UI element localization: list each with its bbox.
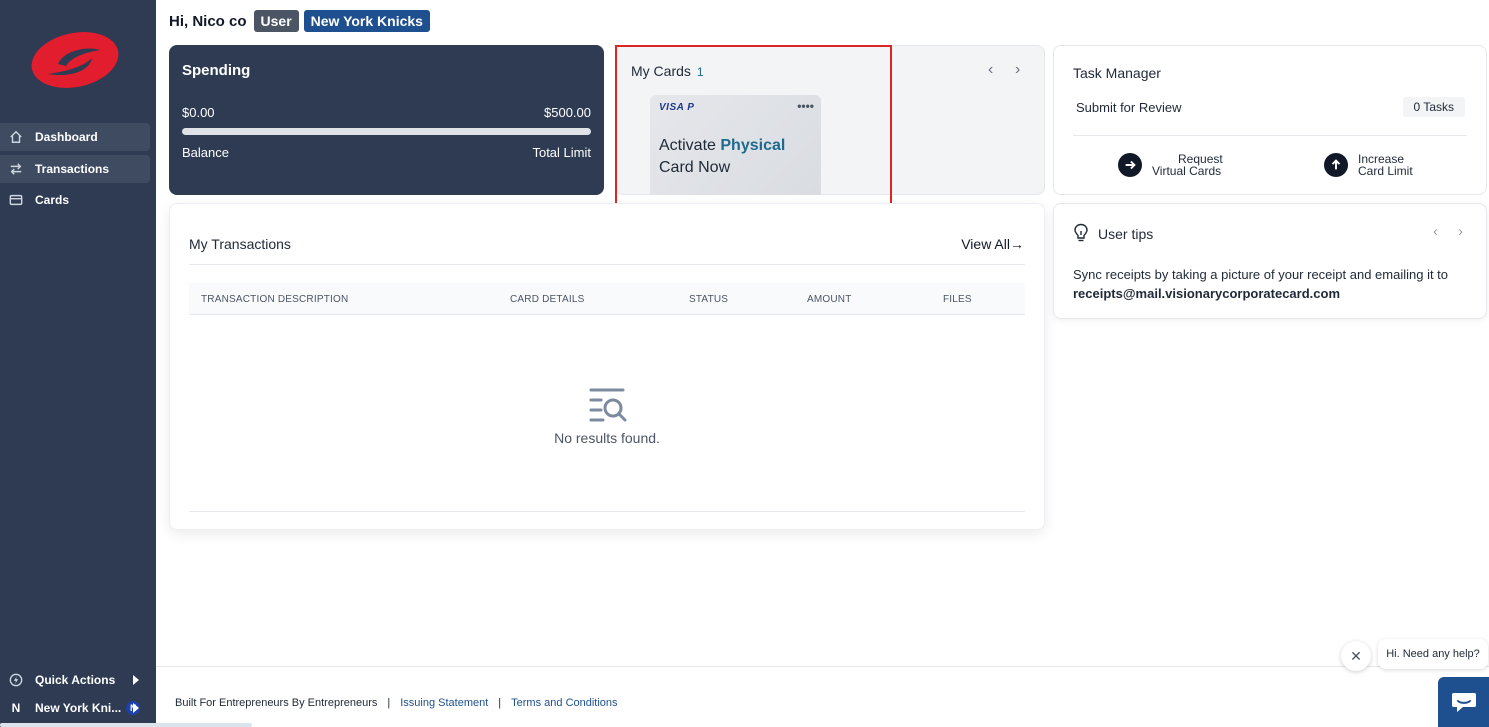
credit-card-icon <box>9 193 23 207</box>
divider <box>189 264 1025 265</box>
card-masked-number: •••• <box>797 99 814 113</box>
chat-launcher-button[interactable] <box>1438 677 1489 727</box>
visa-logo: VISA P <box>659 102 695 113</box>
chevron-right-icon[interactable]: › <box>1458 223 1463 240</box>
user-tips-title: User tips <box>1098 226 1154 242</box>
user-tips-panel: User tips ‹ › Sync receipts by taking a … <box>1053 203 1487 319</box>
action-line2: Card Limit <box>1358 164 1413 178</box>
transactions-panel: My Transactions View All→ TRANSACTION DE… <box>169 203 1045 530</box>
org-label: New York Kni... <box>35 701 122 715</box>
limit-label: Total Limit <box>532 145 591 160</box>
balance-label: Balance <box>182 145 229 160</box>
search-list-icon <box>589 388 627 422</box>
quick-actions-label: Quick Actions <box>35 673 116 687</box>
footer-separator: | <box>387 697 391 709</box>
activate-prefix: Activate <box>659 137 716 154</box>
caret-right-icon <box>133 675 139 685</box>
arrow-up-circle-icon <box>1324 153 1348 177</box>
my-cards-title: My Cards 1 <box>631 63 704 79</box>
divider <box>1073 135 1467 136</box>
spending-title: Spending <box>182 62 251 79</box>
chat-bubble-icon <box>1451 693 1476 712</box>
receipts-email: receipts@mail.visionarycorporatecard.com <box>1073 286 1341 301</box>
team-badge: New York Knicks <box>303 10 430 32</box>
activate-text-line1: Activate Physical <box>659 137 785 155</box>
transactions-title: My Transactions <box>189 236 291 252</box>
activate-card-tile[interactable]: VISA P •••• Activate Physical Card Now <box>650 95 821 195</box>
submit-for-review-label[interactable]: Submit for Review <box>1076 100 1181 115</box>
increase-card-limit-button[interactable]: Increase Card Limit <box>1324 153 1413 177</box>
cards-count: 1 <box>696 65 704 79</box>
increase-card-limit-label: Increase Card Limit <box>1358 153 1413 177</box>
sidebar-item-label: Dashboard <box>35 130 98 144</box>
activate-text-line2: Card Now <box>659 159 731 176</box>
arrow-right-icon: → <box>1010 236 1024 252</box>
request-virtual-cards-button[interactable]: Request Virtual Cards <box>1118 153 1223 177</box>
empty-state-text: No results found. <box>554 430 660 446</box>
sidebar: Dashboard Transactions Cards Quick Actio… <box>0 0 252 727</box>
footer-divider <box>156 666 1489 667</box>
close-icon: ✕ <box>1350 647 1362 664</box>
chevron-left-icon[interactable]: ‹ <box>1433 223 1438 240</box>
terms-link[interactable]: Terms and Conditions <box>511 697 617 709</box>
role-badge: User <box>253 10 299 32</box>
column-header[interactable]: CARD DETAILS <box>510 294 584 305</box>
greeting-text: Hi, Nico co <box>169 12 247 30</box>
view-all-label: View All <box>961 236 1010 252</box>
chat-greeting-bubble[interactable]: Hi. Need any help? <box>1378 639 1488 669</box>
spending-progress-bar <box>182 128 591 135</box>
greeting-header: Hi, Nico co User New York Knicks <box>169 10 435 32</box>
sidebar-item-label: Cards <box>35 193 70 207</box>
balance-value: $0.00 <box>182 105 215 120</box>
chevron-left-icon[interactable]: ‹ <box>988 61 993 79</box>
home-icon <box>9 130 23 144</box>
lightning-circle-icon <box>9 673 23 687</box>
tasks-count-badge[interactable]: 0 Tasks <box>1402 97 1465 117</box>
chat-close-button[interactable]: ✕ <box>1341 641 1371 671</box>
brand-logo-icon[interactable] <box>28 28 122 92</box>
org-initial: N <box>11 701 21 715</box>
sidebar-item-dashboard[interactable]: Dashboard <box>0 123 150 151</box>
divider <box>189 511 1025 512</box>
quick-actions-menu[interactable]: Quick Actions <box>0 667 156 693</box>
column-header[interactable]: TRANSACTION DESCRIPTION <box>201 294 348 305</box>
activate-highlight: Physical <box>720 137 786 154</box>
action-line2: Virtual Cards <box>1152 164 1222 178</box>
limit-value: $500.00 <box>544 105 591 120</box>
sidebar-item-label: Transactions <box>35 162 110 176</box>
transfer-arrows-icon <box>9 162 23 176</box>
footer-separator: | <box>498 697 502 709</box>
my-cards-title-text: My Cards <box>631 63 691 79</box>
column-header[interactable]: AMOUNT <box>807 294 852 305</box>
sidebar-scrollbar[interactable] <box>0 723 252 727</box>
tips-text: Sync receipts by taking a picture of you… <box>1073 267 1449 282</box>
task-manager-title: Task Manager <box>1073 65 1161 81</box>
transactions-table-header: TRANSACTION DESCRIPTION CARD DETAILS STA… <box>189 283 1025 315</box>
footer-tagline: Built For Entrepreneurs By Entrepreneurs <box>175 697 378 709</box>
caret-right-icon <box>133 703 139 713</box>
arrow-right-circle-icon <box>1118 153 1142 177</box>
user-tips-body: Sync receipts by taking a picture of you… <box>1073 265 1448 303</box>
column-header[interactable]: STATUS <box>689 294 728 305</box>
sidebar-item-transactions[interactable]: Transactions <box>0 155 150 183</box>
view-all-link[interactable]: View All→ <box>961 236 1024 252</box>
request-virtual-cards-label: Request Virtual Cards <box>1152 153 1223 177</box>
spending-card: Spending $0.00 $500.00 Balance Total Lim… <box>169 45 604 195</box>
chevron-right-icon[interactable]: › <box>1015 61 1020 79</box>
lightbulb-icon <box>1074 223 1088 242</box>
task-manager-panel: Task Manager Submit for Review 0 Tasks R… <box>1053 45 1487 195</box>
sidebar-item-cards[interactable]: Cards <box>0 186 150 214</box>
column-header[interactable]: FILES <box>943 294 972 305</box>
my-cards-panel: My Cards 1 ‹ › VISA P •••• Activate Physi… <box>615 45 1045 195</box>
organization-switcher[interactable]: N New York Kni... N <box>0 695 156 721</box>
footer: Built For Entrepreneurs By Entrepreneurs… <box>175 697 618 709</box>
issuing-statement-link[interactable]: Issuing Statement <box>400 697 488 709</box>
